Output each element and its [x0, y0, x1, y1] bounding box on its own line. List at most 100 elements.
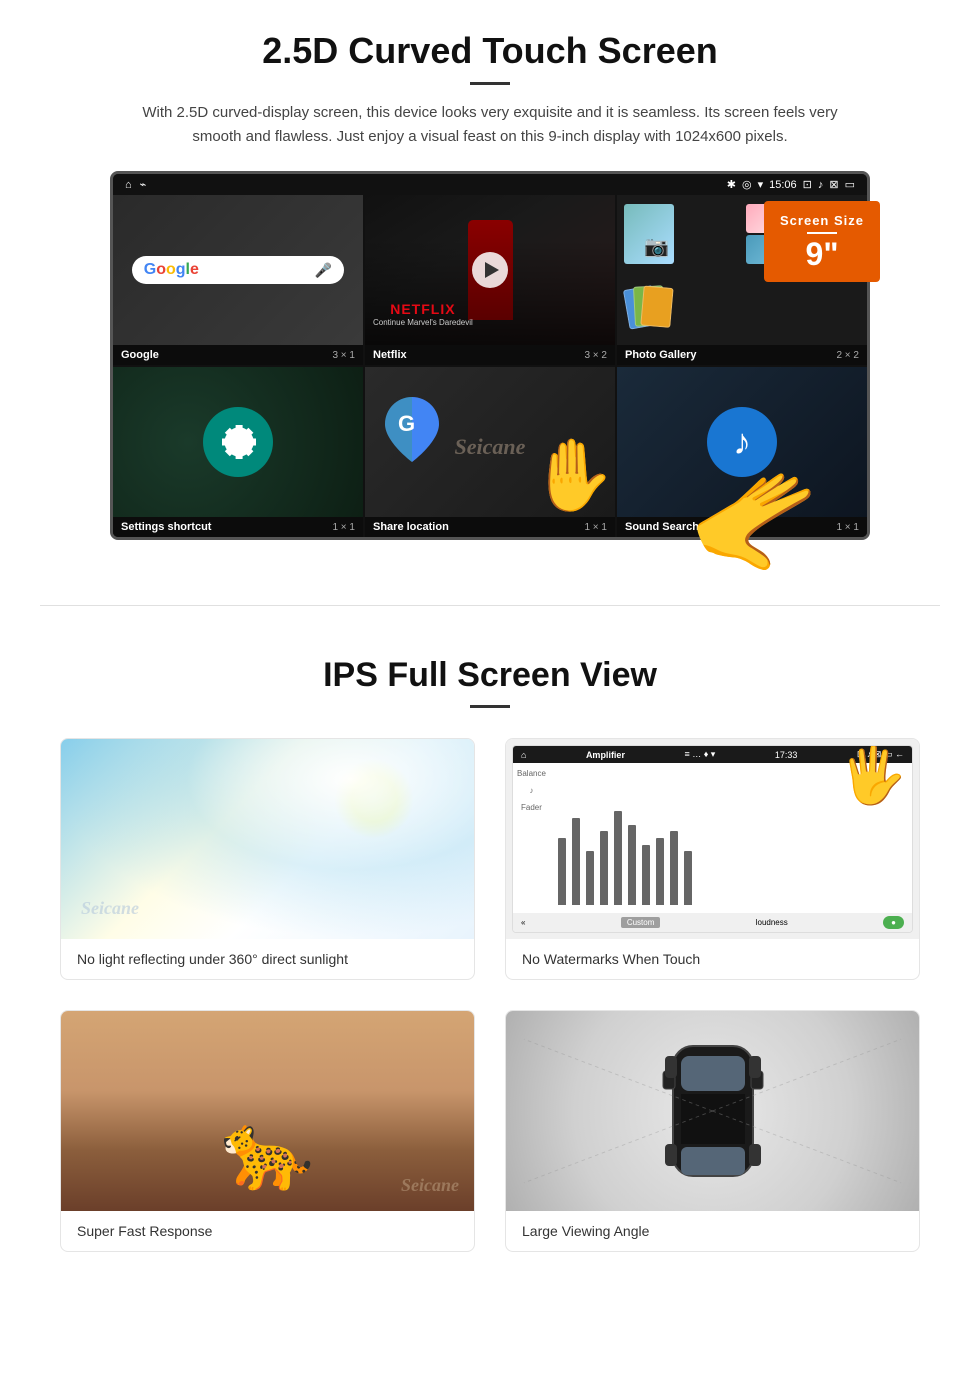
play-icon — [485, 262, 499, 278]
sound-app-name: Sound Search — [625, 521, 699, 533]
share-label: Share location 1 × 1 — [365, 517, 615, 537]
eq-bar-1 — [558, 838, 566, 905]
device-mockup: Screen Size 9" ⌂ ⌁ ✱ ◎ ▾ 15:06 ⊡ ♪ ⊠ — [110, 171, 870, 540]
settings-label: Settings shortcut 1 × 1 — [113, 517, 363, 537]
bluetooth-icon: ✱ — [727, 178, 736, 191]
photo-label: Photo Gallery 2 × 2 — [617, 345, 867, 365]
settings-app-cell[interactable]: Settings shortcut 1 × 1 — [113, 367, 363, 537]
amp-vol-icon: ♪ — [517, 786, 546, 795]
feature-label-viewing: Large Viewing Angle — [506, 1211, 919, 1251]
google-app-size: 3 × 1 — [332, 350, 355, 361]
badge-size: 9" — [806, 236, 839, 272]
maps-icon: G — [385, 397, 440, 467]
amp-home-icon: ⌂ — [521, 750, 526, 760]
home-icon[interactable]: ⌂ — [125, 179, 132, 191]
viewing-angle-lines — [506, 1011, 919, 1211]
amp-body: Balance ♪ Fader — [513, 763, 912, 913]
amp-title: Amplifier — [586, 750, 625, 760]
hand-icon: 🤚 — [528, 435, 615, 517]
netflix-content: NETFLIX Continue Marvel's Daredevil — [365, 195, 615, 345]
feature-label-sunlight: No light reflecting under 360° direct su… — [61, 939, 474, 979]
netflix-app-name: Netflix — [373, 349, 407, 361]
eq-bar-6 — [628, 825, 636, 905]
amp-toggle[interactable]: ● — [883, 916, 904, 929]
eq-bar-8 — [656, 838, 664, 905]
google-label: Google 3 × 1 — [113, 345, 363, 365]
netflix-continue-text: Continue Marvel's Daredevil — [373, 318, 473, 327]
eq-bar-3 — [586, 851, 594, 905]
share-app-name: Share location — [373, 521, 449, 533]
volume-icon: ♪ — [818, 179, 824, 191]
settings-content — [113, 367, 363, 517]
amp-back-icon[interactable]: « — [521, 918, 525, 927]
feature-card-car: Large Viewing Angle — [505, 1010, 920, 1252]
feature-card-cheetah: 🐆 Seicane Super Fast Response — [60, 1010, 475, 1252]
google-content: Google 🎤 — [113, 195, 363, 345]
amp-balance-label: Balance — [517, 769, 546, 778]
amp-left-labels: Balance ♪ Fader — [513, 763, 550, 913]
app-grid: Google 🎤 Google 3 × 1 — [113, 195, 867, 537]
play-button[interactable] — [472, 252, 508, 288]
amp-time: 17:33 — [775, 750, 798, 760]
feature-label-response: Super Fast Response — [61, 1211, 474, 1251]
wifi-icon: ▾ — [758, 178, 764, 191]
eq-bar-7 — [642, 845, 650, 905]
amp-controls: ≡ … ♦ ▾ — [684, 749, 715, 760]
stack-card-3 — [640, 285, 673, 327]
google-app-cell[interactable]: Google 🎤 Google 3 × 1 — [113, 195, 363, 365]
amp-custom-label[interactable]: Custom — [621, 917, 661, 928]
amp-fader-label: Fader — [517, 803, 546, 812]
eq-bar-10 — [684, 851, 692, 905]
eq-bar-5 — [614, 811, 622, 905]
sound-app-cell[interactable]: ♪ Sound Search 1 × 1 — [617, 367, 867, 537]
settings-app-size: 1 × 1 — [332, 522, 355, 533]
hand-eq-icon: 🖐 — [839, 745, 907, 808]
feature-card-sunlight: Seicane No light reflecting under 360° d… — [60, 738, 475, 980]
section1: 2.5D Curved Touch Screen With 2.5D curve… — [0, 0, 980, 565]
netflix-app-cell[interactable]: NETFLIX Continue Marvel's Daredevil Netf… — [365, 195, 615, 365]
google-app-name: Google — [121, 349, 159, 361]
feature-grid: Seicane No light reflecting under 360° d… — [40, 738, 940, 1252]
netflix-logo-overlay: NETFLIX Continue Marvel's Daredevil — [373, 301, 473, 327]
amp-screen: ⌂ Amplifier ≡ … ♦ ▾ 17:33 ⊡ ♪ ⊠ ▭ ← Bala… — [512, 745, 913, 933]
location-icon: ◎ — [742, 178, 752, 191]
section1-title: 2.5D Curved Touch Screen — [60, 30, 920, 72]
section2: IPS Full Screen View Seicane No light re… — [0, 646, 980, 1282]
section2-divider — [470, 705, 510, 708]
eq-bar-9 — [670, 831, 678, 905]
netflix-app-size: 3 × 2 — [584, 350, 607, 361]
sound-app-size: 1 × 1 — [836, 522, 859, 533]
car-image — [506, 1011, 919, 1211]
section2-title: IPS Full Screen View — [40, 656, 940, 695]
feature-label-watermark: No Watermarks When Touch — [506, 939, 919, 979]
netflix-text: NETFLIX — [373, 301, 473, 317]
settings-icon-circle — [203, 407, 273, 477]
clock-display: 15:06 — [769, 179, 797, 191]
amplifier-image: ⌂ Amplifier ≡ … ♦ ▾ 17:33 ⊡ ♪ ⊠ ▭ ← Bala… — [506, 739, 919, 939]
mic-icon[interactable]: 🎤 — [315, 262, 332, 279]
sound-label: Sound Search 1 × 1 — [617, 517, 867, 537]
svg-text:G: G — [398, 411, 415, 436]
share-app-size: 1 × 1 — [584, 522, 607, 533]
amp-eq-area: 🖐 — [550, 763, 912, 913]
music-note-icon: ♪ — [733, 421, 751, 463]
cheetah-emoji: 🐆 — [221, 1108, 314, 1196]
usb-icon: ⌁ — [140, 178, 147, 191]
sunlight-watermark: Seicane — [81, 898, 139, 919]
feature-card-amplifier: ⌂ Amplifier ≡ … ♦ ▾ 17:33 ⊡ ♪ ⊠ ▭ ← Bala… — [505, 738, 920, 980]
settings-app-name: Settings shortcut — [121, 521, 211, 533]
photo-app-size: 2 × 2 — [836, 350, 859, 361]
badge-divider — [807, 232, 837, 234]
statusbar-right: ✱ ◎ ▾ 15:06 ⊡ ♪ ⊠ ▭ — [727, 178, 855, 191]
eq-bar-4 — [600, 831, 608, 905]
badge-title: Screen Size — [780, 213, 864, 228]
section1-divider — [470, 82, 510, 85]
google-logo: Google — [144, 261, 199, 279]
section-divider — [40, 605, 940, 606]
eq-bar-2 — [572, 818, 580, 905]
google-search-bar[interactable]: Google 🎤 — [132, 256, 345, 284]
statusbar-left: ⌂ ⌁ — [125, 178, 146, 191]
device-watermark: Seicane — [455, 434, 526, 460]
status-bar: ⌂ ⌁ ✱ ◎ ▾ 15:06 ⊡ ♪ ⊠ ▭ — [113, 174, 867, 195]
cheetah-image: 🐆 Seicane — [61, 1011, 474, 1211]
